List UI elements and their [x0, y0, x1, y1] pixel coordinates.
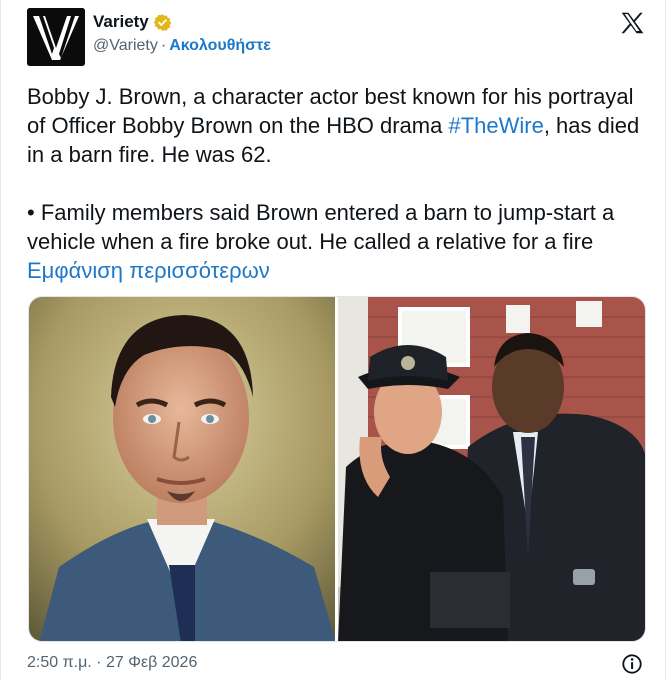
follow-button[interactable]: Ακολουθήστε [169, 37, 271, 54]
post-header: Variety @Variety · Ακολουθήστε [27, 8, 271, 66]
info-icon[interactable] [621, 653, 643, 675]
scene-image [338, 297, 645, 641]
handle-row: @Variety · Ακολουθήστε [93, 37, 271, 55]
post-timestamp[interactable]: 2:50 π.μ. · 27 Φεβ 2026 [27, 654, 197, 672]
account-name[interactable]: Variety [93, 12, 149, 32]
post-text-part: • Family members said Brown entered a ba… [27, 200, 615, 254]
post-paragraph-1: Bobby J. Brown, a character actor best k… [27, 82, 655, 169]
separator-dot: · [160, 37, 167, 54]
portrait-image [29, 297, 335, 641]
post-card: Variety @Variety · Ακολουθήστε Bobby J. Br… [0, 0, 666, 680]
photo-portrait[interactable] [29, 297, 335, 641]
verified-badge-icon [153, 13, 172, 31]
account-ids: Variety @Variety · Ακολουθήστε [93, 12, 271, 55]
post-paragraph-2: • Family members said Brown entered a ba… [27, 198, 655, 285]
avatar[interactable] [27, 8, 85, 66]
media-grid [28, 296, 646, 642]
x-logo-icon[interactable] [619, 10, 645, 36]
account-handle[interactable]: @Variety [93, 37, 158, 54]
show-more-link[interactable]: Εμφάνιση περισσότερων [27, 258, 270, 283]
post-text: Bobby J. Brown, a character actor best k… [27, 82, 655, 285]
name-row: Variety [93, 12, 271, 32]
hashtag-link[interactable]: #TheWire [448, 113, 543, 138]
photo-still[interactable] [338, 297, 645, 641]
variety-logo-icon [27, 8, 85, 66]
